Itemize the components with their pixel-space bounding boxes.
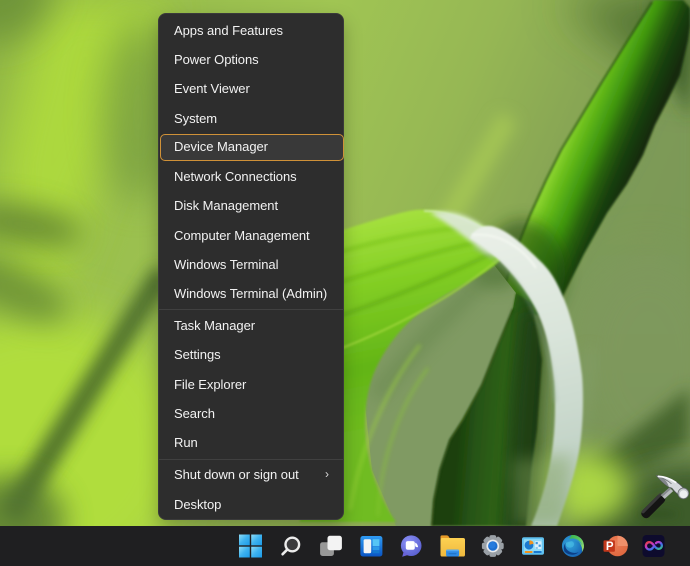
svg-text:P: P bbox=[606, 541, 614, 553]
